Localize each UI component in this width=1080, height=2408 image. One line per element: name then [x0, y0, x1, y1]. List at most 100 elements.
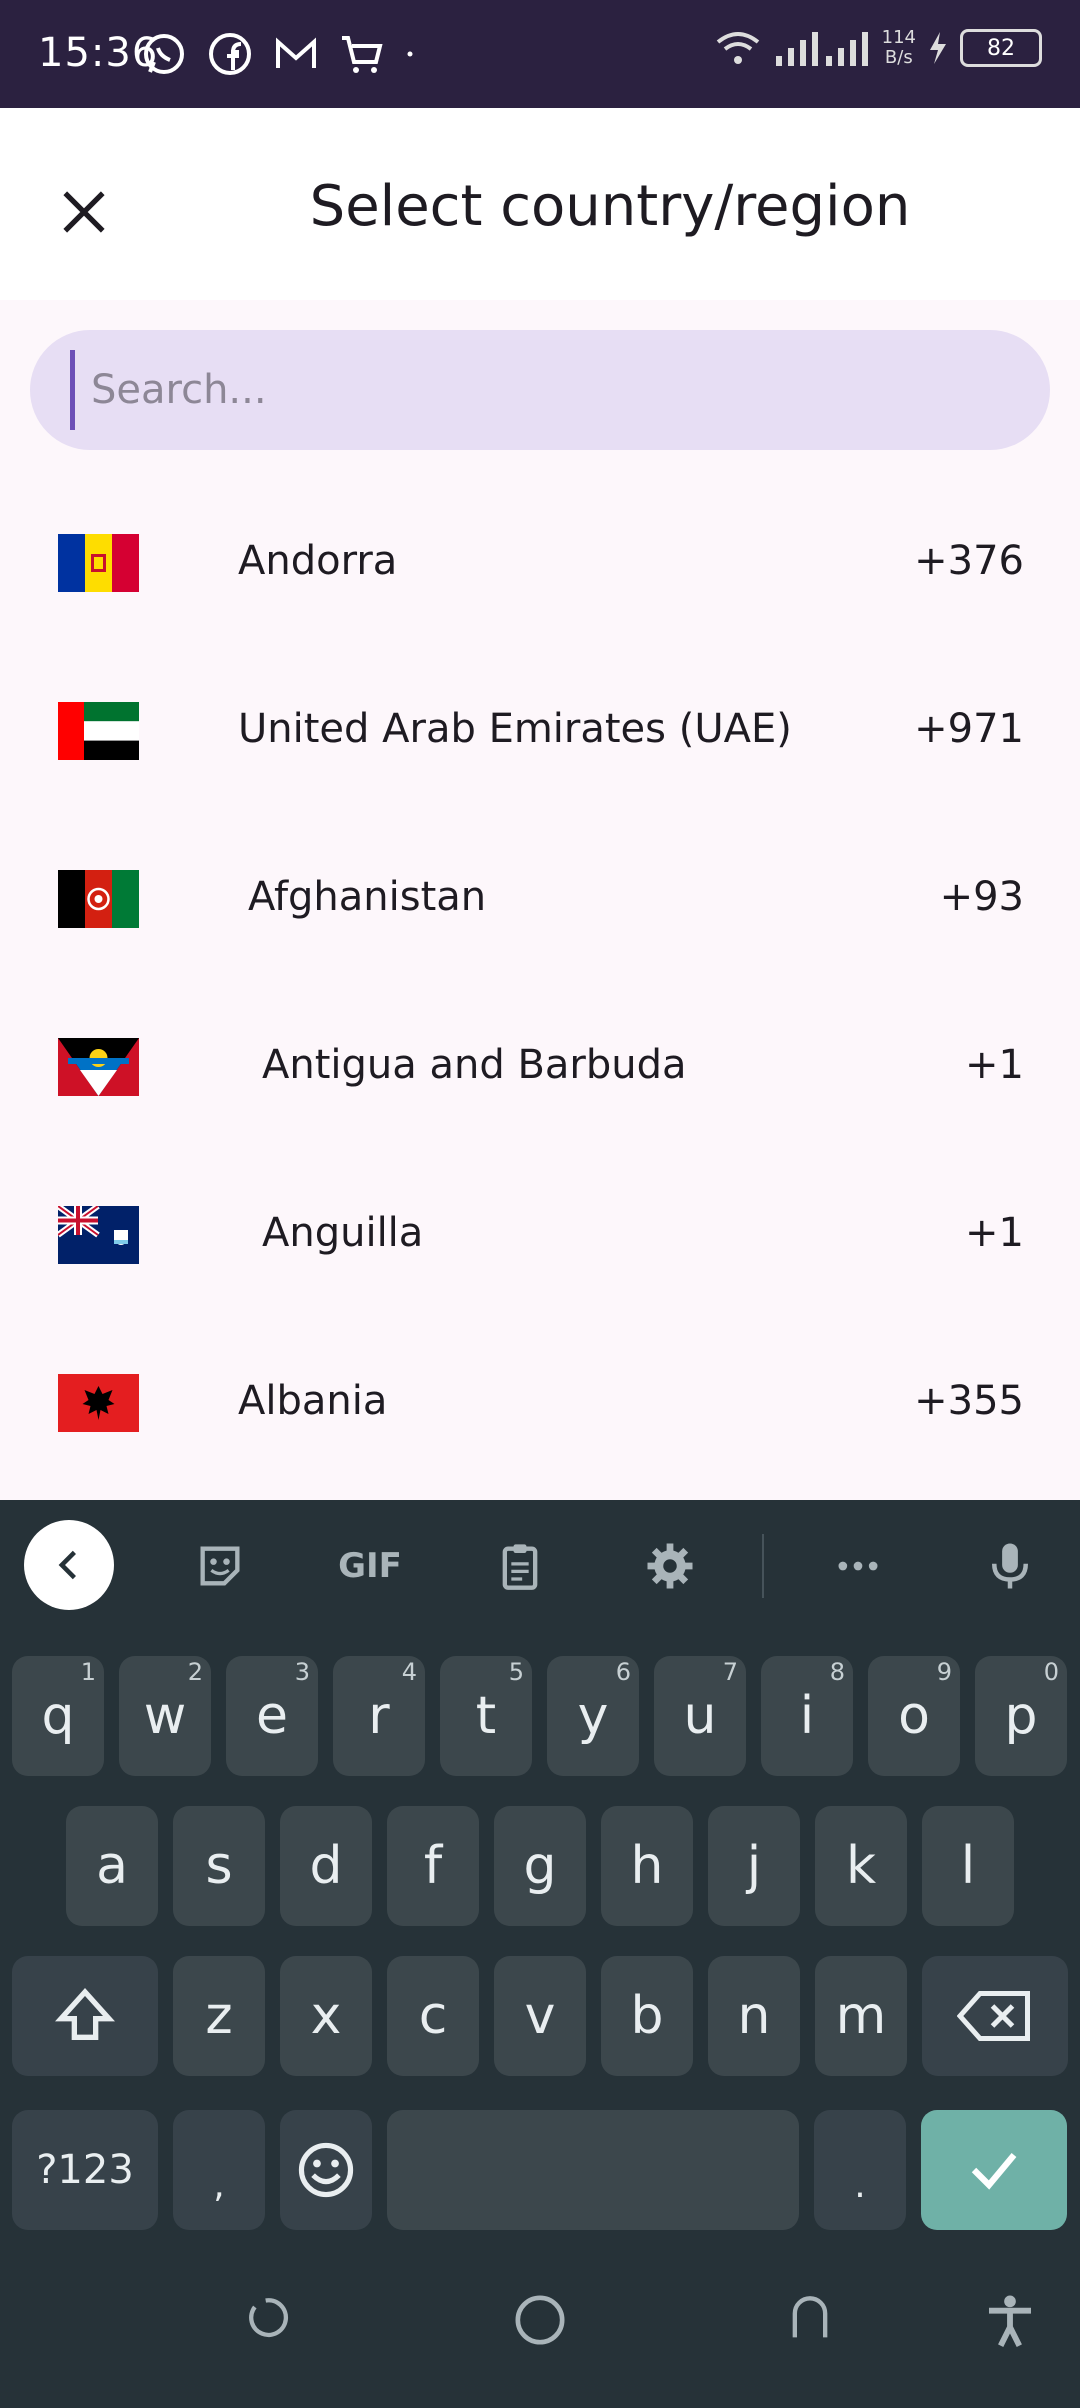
notification-icons [140, 30, 428, 78]
search-bar[interactable] [30, 330, 1050, 450]
key-x[interactable]: x [280, 1956, 372, 2076]
country-row-anguilla[interactable]: Anguilla +1 [0, 1152, 1080, 1320]
key-q[interactable]: q1 [12, 1656, 104, 1776]
backspace-icon [957, 1991, 1030, 2041]
country-name: Antigua and Barbuda [262, 1042, 687, 1088]
key-j[interactable]: j [708, 1806, 800, 1926]
country-code: +1 [965, 1042, 1024, 1088]
whatsapp-icon [144, 34, 184, 74]
sticker-icon [200, 1546, 240, 1586]
period-key[interactable]: . [814, 2110, 906, 2230]
microphone-icon [992, 1543, 1028, 1589]
shopping-cart-icon [342, 36, 383, 73]
app-header: Select country/region [0, 108, 1080, 300]
back-button[interactable] [770, 2280, 850, 2360]
checkmark-icon [971, 2152, 1017, 2190]
country-code: +376 [914, 538, 1024, 584]
key-v[interactable]: v [494, 1956, 586, 2076]
voice-input-button[interactable] [980, 1536, 1040, 1596]
country-code: +93 [939, 874, 1024, 920]
key-u[interactable]: u7 [654, 1656, 746, 1776]
comma-key[interactable]: , [173, 2110, 265, 2230]
key-t[interactable]: t5 [440, 1656, 532, 1776]
space-key[interactable] [387, 2110, 799, 2230]
enter-key[interactable] [921, 2110, 1067, 2230]
emoji-icon [298, 2142, 354, 2198]
country-name: United Arab Emirates (UAE) [238, 706, 792, 752]
key-g[interactable]: g [494, 1806, 586, 1926]
clipboard-button[interactable] [490, 1536, 550, 1596]
emoji-key[interactable] [280, 2110, 372, 2230]
toolbar-divider [762, 1534, 764, 1598]
albania-flag-icon [58, 1374, 139, 1432]
recents-icon [249, 2298, 289, 2338]
shift-key[interactable] [12, 1956, 158, 2076]
key-o[interactable]: o9 [868, 1656, 960, 1776]
recents-button[interactable] [230, 2280, 310, 2360]
clipboard-icon [502, 1544, 538, 1590]
key-h[interactable]: h [601, 1806, 693, 1926]
key-k[interactable]: k [815, 1806, 907, 1926]
soft-keyboard: GIF q1 w2 e3 r4 t5 y6 u7 i8 o9 p0 a s d … [0, 1500, 1080, 2240]
country-code: +1 [965, 1210, 1024, 1256]
sticker-button[interactable] [190, 1536, 250, 1596]
system-navigation-bar [0, 2240, 1080, 2408]
country-row-uae[interactable]: United Arab Emirates (UAE) +971 [0, 648, 1080, 816]
key-y[interactable]: y6 [547, 1656, 639, 1776]
facebook-icon [209, 33, 251, 75]
uae-flag-icon [58, 702, 139, 760]
backspace-key[interactable] [922, 1956, 1068, 2076]
antigua-flag-icon [58, 1038, 139, 1096]
key-s[interactable]: s [173, 1806, 265, 1926]
gear-icon [647, 1543, 693, 1589]
country-name: Albania [238, 1378, 388, 1424]
country-row-antigua[interactable]: Antigua and Barbuda +1 [0, 984, 1080, 1152]
key-w[interactable]: w2 [119, 1656, 211, 1776]
key-f[interactable]: f [387, 1806, 479, 1926]
accessibility-button[interactable] [970, 2280, 1050, 2360]
wifi-icon [716, 32, 759, 64]
key-n[interactable]: n [708, 1956, 800, 2076]
home-circle-icon [515, 2295, 565, 2345]
andorra-flag-icon [58, 534, 139, 592]
network-speed: 114 B/s [881, 27, 916, 68]
symbols-key[interactable]: ?123 [12, 2110, 158, 2230]
key-c[interactable]: c [387, 1956, 479, 2076]
key-b[interactable]: b [601, 1956, 693, 2076]
country-code: +971 [914, 706, 1024, 752]
keyboard-collapse-button[interactable] [24, 1520, 114, 1610]
more-notifications-dot-icon [407, 51, 413, 57]
key-z[interactable]: z [173, 1956, 265, 2076]
country-name: Afghanistan [248, 874, 487, 920]
country-list: Andorra +376 United Arab Emirates (UAE) … [0, 480, 1080, 1488]
anguilla-flag-icon [58, 1206, 139, 1264]
country-name: Anguilla [262, 1210, 424, 1256]
key-p[interactable]: p0 [975, 1656, 1067, 1776]
key-d[interactable]: d [280, 1806, 372, 1926]
back-icon [792, 2296, 828, 2338]
country-row-andorra[interactable]: Andorra +376 [0, 480, 1080, 648]
more-options-button[interactable] [828, 1536, 888, 1596]
signal-icon [775, 32, 868, 66]
country-name: Andorra [238, 538, 398, 584]
page-title: Select country/region [309, 174, 911, 239]
key-r[interactable]: r4 [333, 1656, 425, 1776]
key-a[interactable]: a [66, 1806, 158, 1926]
accessibility-icon [989, 2295, 1031, 2347]
key-i[interactable]: i8 [761, 1656, 853, 1776]
status-bar: 15:36 114 B/s 82 [0, 0, 1080, 108]
country-row-albania[interactable]: Albania +355 [0, 1320, 1080, 1488]
home-button[interactable] [500, 2280, 580, 2360]
keyboard-toolbar: GIF [0, 1500, 1080, 1630]
gmail-icon [276, 37, 316, 68]
gif-button[interactable]: GIF [330, 1536, 410, 1596]
search-input[interactable] [70, 350, 1010, 430]
settings-button[interactable] [640, 1536, 700, 1596]
country-row-afghanistan[interactable]: Afghanistan +93 [0, 816, 1080, 984]
battery-indicator: 82 [960, 29, 1042, 67]
shift-icon [55, 1988, 115, 2040]
key-e[interactable]: e3 [226, 1656, 318, 1776]
key-m[interactable]: m [815, 1956, 907, 2076]
country-code: +355 [914, 1378, 1024, 1424]
key-l[interactable]: l [922, 1806, 1014, 1926]
